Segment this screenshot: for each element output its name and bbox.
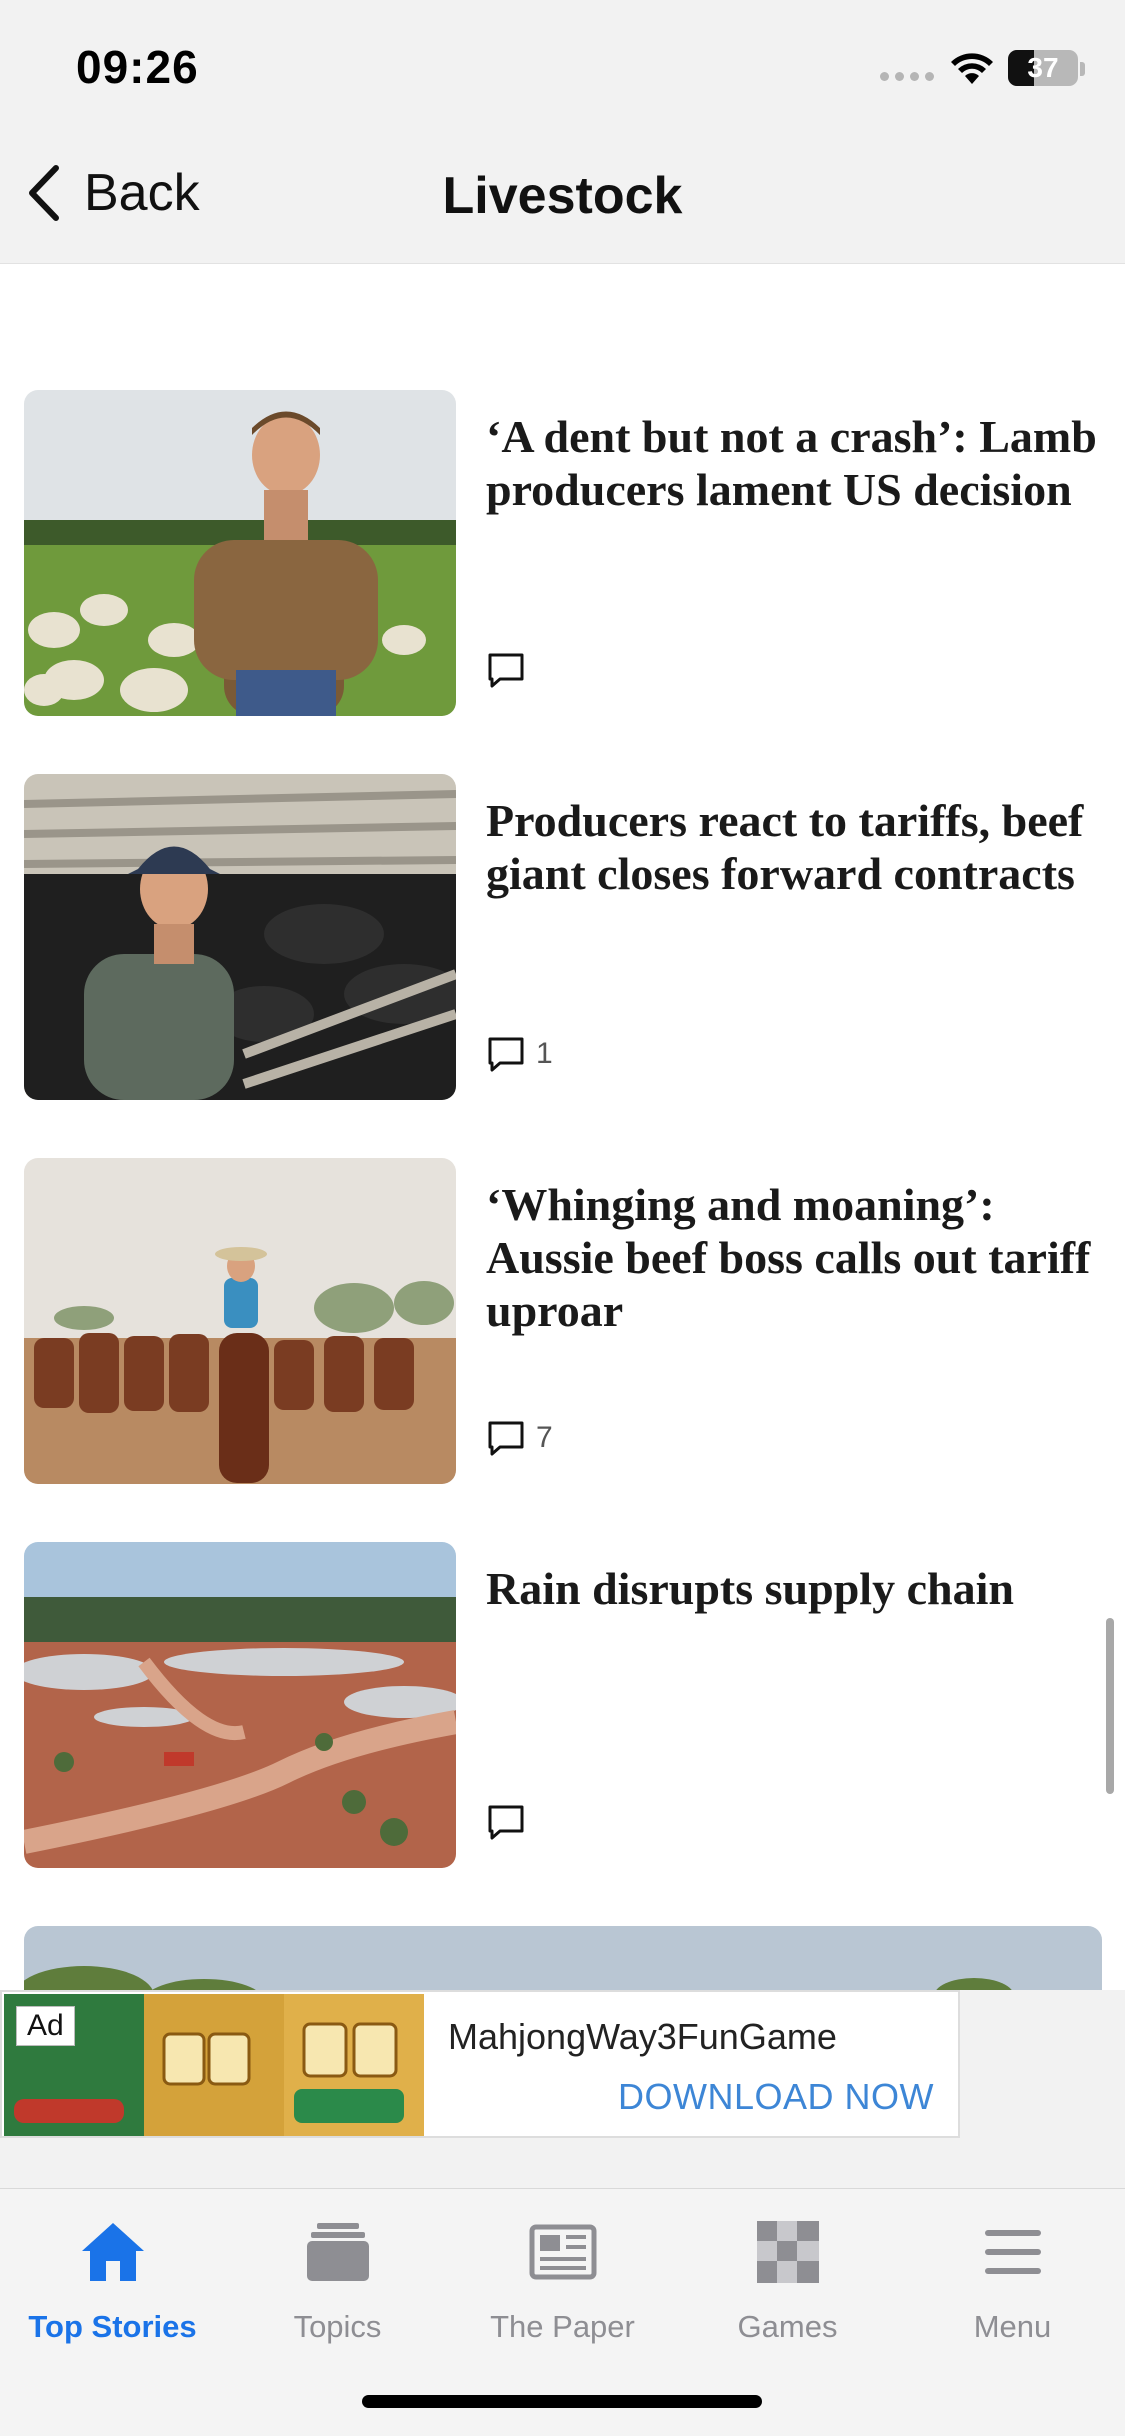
article-thumbnail[interactable] [24,1542,456,1868]
article-item[interactable]: ‘A dent but not a crash’: Lamb producers… [24,390,1104,716]
farmer-with-sheep-image [24,390,456,716]
comments-button[interactable]: 7 [486,1418,553,1458]
comment-icon [488,653,524,688]
comment-icon [488,1805,524,1840]
ad-side-space [960,1990,1125,2138]
ad-image[interactable]: Ad [4,1994,424,2136]
tab-the-paper[interactable]: The Paper [450,2217,675,2345]
top-bar: 09:26 37 Back Livestock [0,0,1125,264]
comment-count: 7 [536,1421,553,1454]
comment-count: 1 [536,1037,553,1070]
article-headline[interactable]: Producers react to tariffs, beef giant c… [486,794,1125,900]
tab-label: Topics [293,2309,382,2344]
comment-icon [488,1421,524,1456]
tab-menu[interactable]: Menu [900,2217,1125,2345]
games-icon [756,2221,819,2283]
comment-icon [488,1037,524,1072]
tab-label: Games [737,2309,838,2344]
tab-topics[interactable]: Topics [225,2217,450,2345]
comments-button[interactable]: 1 [486,1034,553,1074]
flooded-outback-image [24,1542,456,1868]
battery-level: 37 [1027,52,1059,83]
comments-button[interactable] [486,650,536,690]
article-headline[interactable]: ‘A dent but not a crash’: Lamb producers… [486,410,1125,516]
article-item[interactable]: ‘Whinging and moaning’: Aussie beef boss… [24,1158,1104,1484]
article-thumbnail[interactable] [24,774,456,1100]
article-headline[interactable]: Rain disrupts supply chain [486,1562,1125,1615]
tab-label: Top Stories [28,2309,197,2344]
status-time: 09:26 [76,41,199,93]
article-item[interactable]: Producers react to tariffs, beef giant c… [24,774,1104,1100]
comments-button[interactable] [486,1802,536,1842]
article-headline[interactable]: ‘Whinging and moaning’: Aussie beef boss… [486,1178,1125,1337]
ad-banner[interactable]: Ad MahjongWay3FunGame DOWNLOAD NOW [0,1990,960,2138]
page-title: Livestock [442,167,683,225]
ad-gap [0,2138,1125,2188]
article-thumbnail[interactable] [24,390,456,716]
battery-tip [1080,62,1085,76]
battery-icon: 37 [1008,50,1078,86]
ad-download-button[interactable]: DOWNLOAD NOW [618,2076,934,2118]
home-indicator[interactable] [362,2395,762,2408]
home-icon [81,2223,144,2281]
scrollbar[interactable] [1106,1618,1114,1794]
wifi-icon [951,53,993,84]
article-thumbnail[interactable] [24,1158,456,1484]
tab-top-stories[interactable]: Top Stories [0,2217,225,2345]
tab-games[interactable]: Games [675,2217,900,2345]
ad-title[interactable]: MahjongWay3FunGame [448,2016,837,2058]
topics-icon [306,2223,369,2281]
newspaper-icon [529,2224,596,2280]
ad-badge: Ad [16,2006,75,2046]
article-item[interactable]: Rain disrupts supply chain [24,1542,1104,1868]
producer-in-cattle-yard-image [24,774,456,1100]
tab-label: The Paper [490,2309,635,2344]
tab-label: Menu [973,2309,1052,2344]
menu-icon [984,2230,1041,2274]
cellular-signal-icon [880,72,934,81]
rider-with-cattle-image [24,1158,456,1484]
